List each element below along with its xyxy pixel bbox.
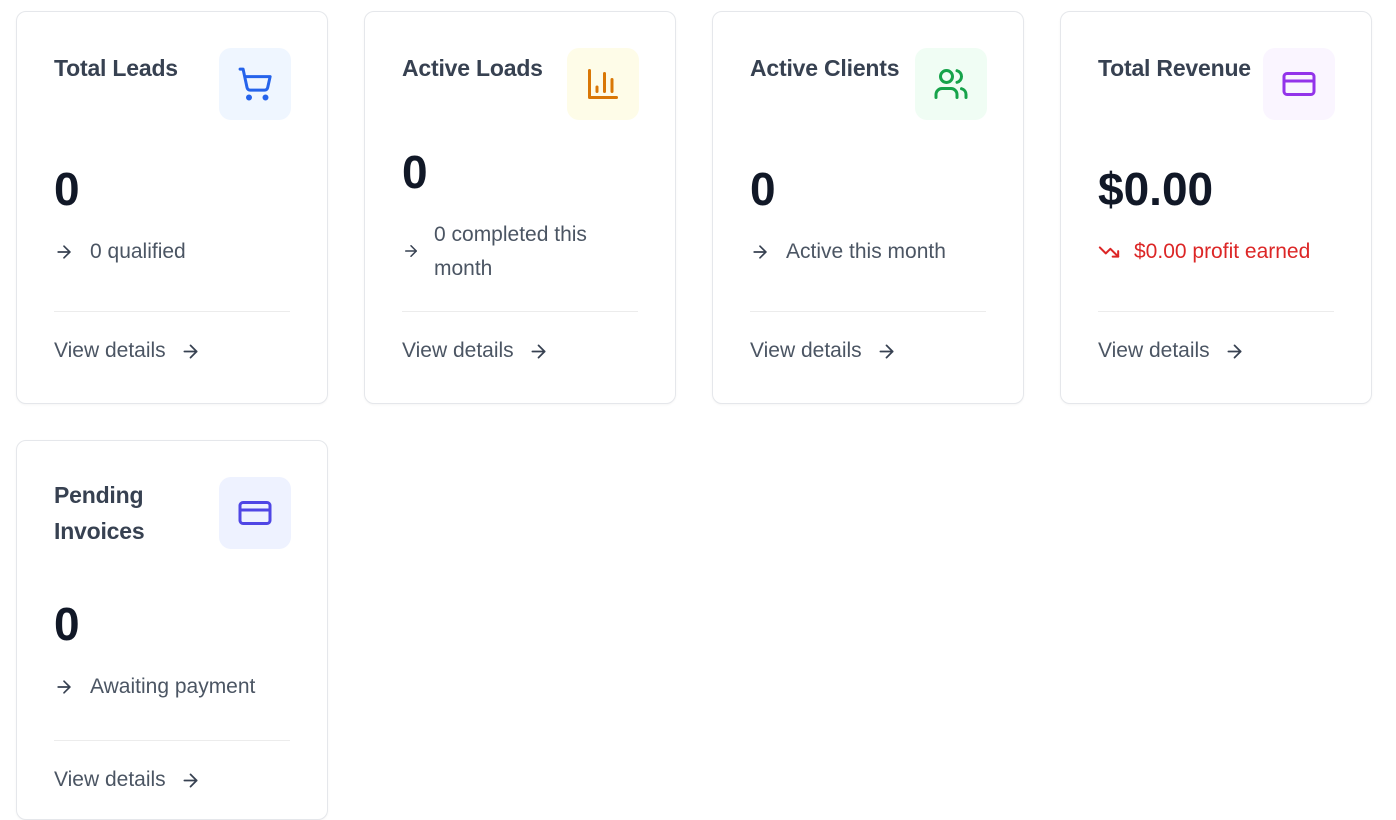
view-details-label: View details [402, 339, 514, 362]
pending-invoices-card: Pending Invoices 0 Awaiting payment View… [16, 440, 328, 820]
arrow-right-icon [753, 245, 767, 259]
active-clients-card: Active Clients 0 Active this month View … [712, 11, 1024, 404]
view-details-label: View details [750, 339, 862, 362]
users-icon-box [915, 48, 987, 120]
card-subtitle: 0 qualified [90, 240, 186, 263]
cart-icon-box [219, 48, 291, 120]
card-title-line1: Pending [54, 482, 144, 508]
divider [54, 311, 290, 312]
view-details-label: View details [1098, 339, 1210, 362]
arrow-right-icon [57, 245, 71, 259]
metric-value: 0 [54, 163, 80, 215]
metric-value: 0 [402, 146, 428, 198]
metric-value: $0.00 [1098, 163, 1214, 215]
card-subtitle: Active this month [786, 240, 946, 263]
arrow-right-icon [531, 344, 546, 358]
credit-card-icon-box [219, 477, 291, 549]
metric-value: 0 [750, 163, 776, 215]
view-details-link[interactable]: View details [54, 765, 201, 795]
active-loads-card: Active Loads 0 0 completed this month Vi… [364, 11, 676, 404]
divider [54, 740, 290, 741]
total-leads-card: Total Leads 0 0 qualified View details [16, 11, 328, 404]
arrow-right-icon [183, 773, 198, 787]
users-icon [934, 69, 968, 99]
metric-value: 0 [54, 598, 80, 650]
arrow-right-icon [405, 245, 417, 257]
arrow-right-icon [183, 344, 198, 358]
divider [1098, 311, 1334, 312]
card-title: Total Leads [54, 55, 178, 81]
divider [750, 311, 986, 312]
credit-card-icon [1282, 72, 1316, 96]
card-subtitle-row: 0 qualified [54, 235, 186, 269]
card-subtitle-line1: 0 completed this [434, 223, 587, 246]
card-title: Pending Invoices [54, 477, 145, 549]
view-details-link[interactable]: View details [402, 336, 549, 366]
card-subtitle-row: Active this month [750, 235, 946, 269]
arrow-right-icon [1227, 344, 1242, 358]
card-title: Active Loads [402, 55, 543, 81]
total-revenue-card: Total Revenue $0.00 $0.00 profit earned … [1060, 11, 1372, 404]
credit-card-icon [238, 501, 272, 525]
card-subtitle-row: $0.00 profit earned [1098, 235, 1310, 269]
card-subtitle-row: Awaiting payment [54, 670, 255, 704]
view-details-link[interactable]: View details [750, 336, 897, 366]
divider [402, 311, 638, 312]
trending-down-icon [1098, 246, 1120, 258]
cart-icon [238, 67, 272, 101]
arrow-right-icon [879, 344, 894, 358]
view-details-link[interactable]: View details [54, 336, 201, 366]
card-title: Active Clients [750, 55, 900, 81]
card-subtitle: Awaiting payment [90, 675, 256, 698]
bar-chart-icon [588, 69, 618, 99]
credit-card-icon-box [1263, 48, 1335, 120]
card-title-line2: Invoices [54, 518, 145, 544]
view-details-label: View details [54, 768, 166, 791]
card-subtitle: 0 completed this month [434, 218, 587, 286]
card-title: Total Revenue [1098, 55, 1251, 81]
card-subtitle-line2: month [434, 257, 493, 280]
card-subtitle-row: 0 completed this month [402, 218, 587, 286]
card-subtitle: $0.00 profit earned [1134, 240, 1311, 263]
bar-chart-icon-box [567, 48, 639, 120]
view-details-link[interactable]: View details [1098, 336, 1245, 366]
arrow-right-icon [57, 680, 71, 694]
view-details-label: View details [54, 339, 166, 362]
